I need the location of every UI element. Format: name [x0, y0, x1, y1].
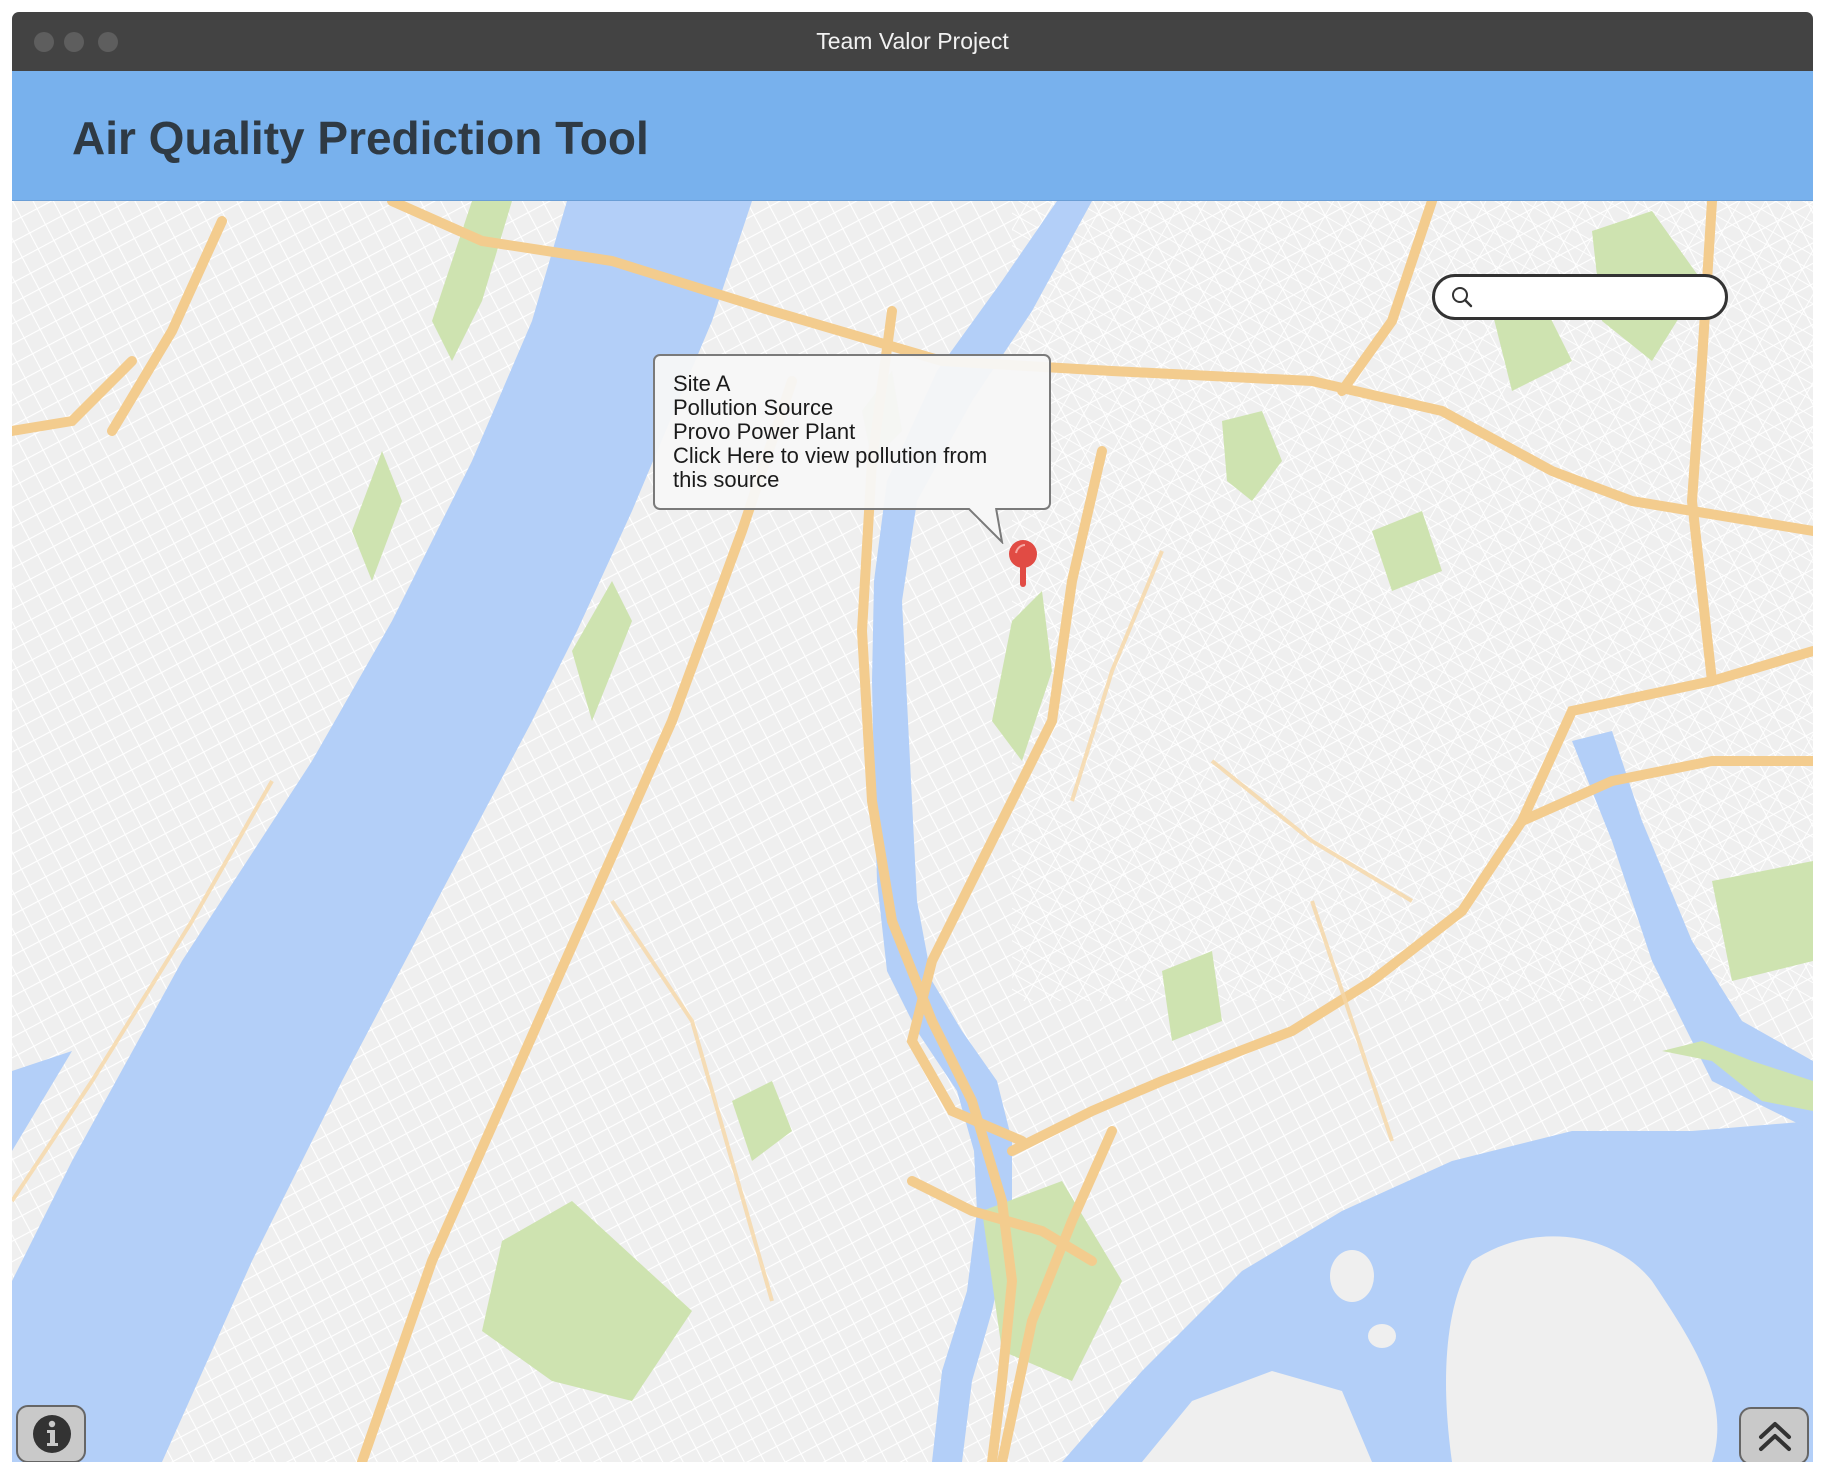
search-input[interactable] — [1483, 282, 1717, 314]
window-title: Team Valor Project — [816, 28, 1009, 54]
title-bar: Team Valor Project — [12, 12, 1813, 71]
app-header: Air Quality Prediction Tool — [12, 71, 1813, 201]
search-box[interactable] — [1432, 274, 1728, 320]
callout-site-name: Site A — [673, 371, 731, 396]
app-window: Team Valor Project Air Quality Predictio… — [12, 12, 1813, 1462]
callout-link[interactable]: Click Here to view pollution from — [673, 444, 1031, 468]
scroll-top-button[interactable] — [1739, 1407, 1809, 1462]
map-pin-icon[interactable] — [1007, 539, 1039, 589]
callout-type: Pollution Source — [673, 395, 834, 420]
search-icon — [1452, 287, 1473, 308]
info-icon — [33, 1415, 71, 1453]
site-callout[interactable]: Site A Pollution Source Provo Power Plan… — [653, 354, 1051, 510]
callout-source-name: Provo Power Plant — [673, 419, 856, 444]
callout-link-continued[interactable]: this source — [673, 468, 1031, 492]
info-button[interactable] — [16, 1405, 86, 1462]
chevron-double-up-icon — [1759, 1422, 1791, 1451]
map-view[interactable]: Site A Pollution Source Provo Power Plan… — [12, 201, 1813, 1462]
page-title: Air Quality Prediction Tool — [72, 112, 649, 164]
